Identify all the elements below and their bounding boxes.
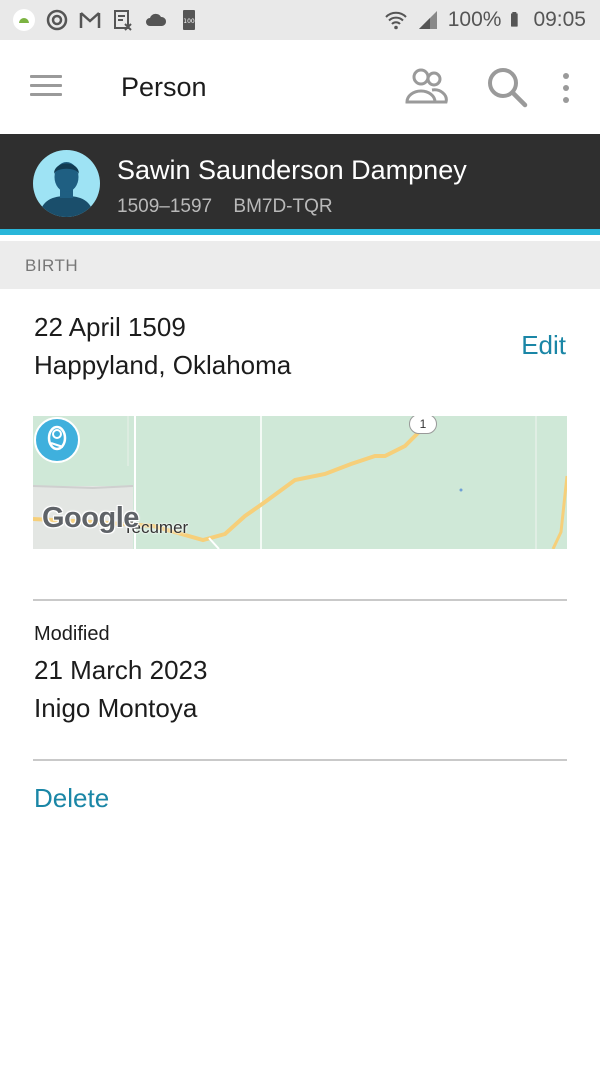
android-notification-icon	[13, 9, 35, 31]
app-bar: Person	[0, 40, 600, 134]
battery-percent: 100%	[447, 8, 502, 31]
avatar	[33, 150, 100, 217]
person-meta: 1509–1597 BM7D-TQR	[117, 196, 333, 218]
google-logo: Google	[42, 502, 139, 534]
divider	[33, 599, 567, 601]
cloud-icon	[146, 13, 167, 26]
status-icons-right: 100% 09:05	[384, 8, 586, 32]
people-icon[interactable]	[404, 66, 448, 106]
sync-icon	[46, 9, 68, 31]
delete-button[interactable]: Delete	[34, 783, 109, 814]
edit-button[interactable]: Edit	[521, 330, 566, 361]
modified-by: Inigo Montoya	[34, 693, 198, 723]
small-badge-text: 100	[183, 18, 195, 25]
signal-icon	[418, 11, 437, 29]
status-bar: 100 100% 09:05	[0, 0, 600, 40]
battery-badge-icon: 100	[183, 10, 195, 30]
menu-icon[interactable]	[30, 75, 62, 99]
section-title: BIRTH	[25, 256, 79, 275]
birth-place-map[interactable]: 1 Tecumer Google	[33, 416, 567, 549]
route-shield: 1	[409, 416, 437, 434]
gmail-icon	[79, 12, 101, 28]
person-silhouette-icon	[39, 162, 94, 217]
birth-pin-icon	[34, 417, 80, 463]
wifi-icon	[385, 11, 407, 30]
clock: 09:05	[533, 8, 586, 31]
person-name: Sawin Saunderson Dampney	[117, 155, 467, 185]
birth-place: Happyland, Oklahoma	[34, 350, 292, 380]
document-icon	[114, 10, 132, 31]
section-header: BIRTH	[0, 241, 600, 289]
search-icon[interactable]	[486, 66, 528, 108]
person-lifespan: 1509–1597	[117, 196, 213, 217]
modified-date: 21 March 2023	[34, 655, 208, 685]
person-id: BM7D-TQR	[233, 196, 333, 217]
battery-icon	[511, 12, 519, 27]
birth-date: 22 April 1509	[34, 312, 186, 342]
person-header[interactable]: Sawin Saunderson Dampney 1509–1597 BM7D-…	[0, 134, 600, 235]
status-icons-left: 100	[12, 8, 201, 32]
page-title: Person	[121, 72, 207, 102]
divider	[33, 759, 567, 761]
overflow-menu-icon[interactable]	[556, 70, 576, 106]
modified-label: Modified	[34, 623, 110, 645]
